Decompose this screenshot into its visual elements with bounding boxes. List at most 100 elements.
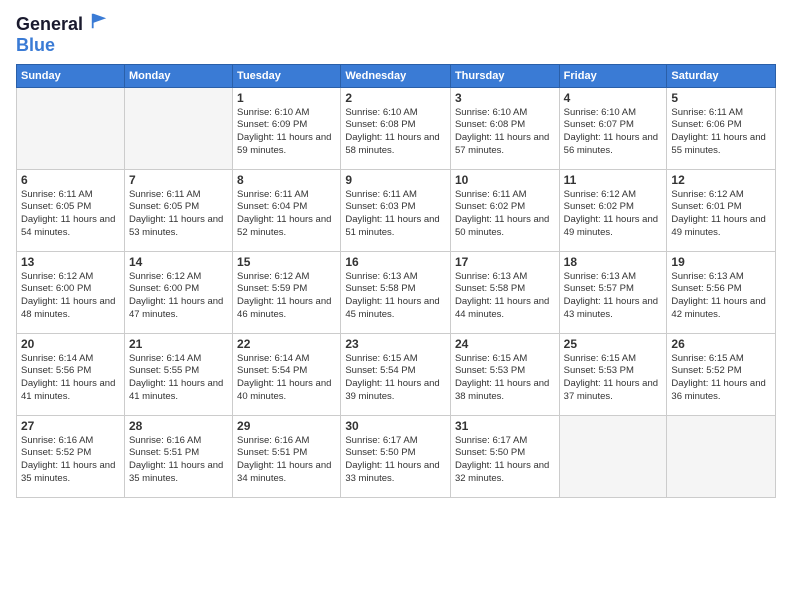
calendar-cell: 14Sunrise: 6:12 AM Sunset: 6:00 PM Dayli…	[124, 251, 232, 333]
day-info: Sunrise: 6:13 AM Sunset: 5:58 PM Dayligh…	[455, 271, 555, 322]
day-number: 29	[237, 419, 336, 433]
calendar-cell: 17 Sunrise: 6:13 AM Sunset: 5:58 PM Dayli…	[450, 251, 559, 333]
page: General Blue SundayMondayTuesdayWednesda…	[0, 0, 792, 612]
calendar-cell: 20 Sunrise: 6:14 AM Sunset: 5:56 PM Dayli…	[17, 333, 125, 415]
weekday-header: Saturday	[667, 64, 776, 87]
day-number: 8	[237, 173, 336, 187]
logo-flag-icon	[90, 12, 108, 30]
day-number: 24	[455, 337, 555, 351]
day-info: Sunrise: 6:14 AM Sunset: 5:55 PM Dayligh…	[129, 353, 228, 404]
day-number: 3	[455, 91, 555, 105]
calendar-cell: 26 Sunrise: 6:15 AM Sunset: 5:52 PM Dayli…	[667, 333, 776, 415]
day-info: Sunrise: 6:11 AM Sunset: 6:03 PM Dayligh…	[345, 189, 446, 240]
calendar-cell: 22 Sunrise: 6:14 AM Sunset: 5:54 PM Dayli…	[233, 333, 341, 415]
calendar-cell: 24Sunrise: 6:15 AM Sunset: 5:53 PM Dayli…	[450, 333, 559, 415]
day-info: Sunrise: 6:15 AM Sunset: 5:54 PM Dayligh…	[345, 353, 446, 404]
day-info: Sunrise: 6:15 AM Sunset: 5:52 PM Dayligh…	[671, 353, 771, 404]
day-info: Sunrise: 6:12 AM Sunset: 6:00 PM Dayligh…	[21, 271, 120, 322]
day-info: Sunrise: 6:10 AM Sunset: 6:08 PM Dayligh…	[345, 107, 446, 158]
calendar-cell: 3 Sunrise: 6:10 AM Sunset: 6:08 PM Daylig…	[450, 87, 559, 169]
day-info: Sunrise: 6:11 AM Sunset: 6:05 PM Dayligh…	[129, 189, 228, 240]
calendar-cell: 9 Sunrise: 6:11 AM Sunset: 6:03 PM Daylig…	[341, 169, 451, 251]
day-info: Sunrise: 6:17 AM Sunset: 5:50 PM Dayligh…	[345, 435, 446, 486]
day-info: Sunrise: 6:10 AM Sunset: 6:09 PM Dayligh…	[237, 107, 336, 158]
calendar-week-row: 1Sunrise: 6:10 AM Sunset: 6:09 PM Daylig…	[17, 87, 776, 169]
day-number: 9	[345, 173, 446, 187]
day-number: 27	[21, 419, 120, 433]
day-info: Sunrise: 6:12 AM Sunset: 6:02 PM Dayligh…	[564, 189, 663, 240]
calendar-cell: 30 Sunrise: 6:17 AM Sunset: 5:50 PM Dayli…	[341, 415, 451, 497]
day-number: 15	[237, 255, 336, 269]
weekday-header: Thursday	[450, 64, 559, 87]
day-info: Sunrise: 6:12 AM Sunset: 5:59 PM Dayligh…	[237, 271, 336, 322]
day-number: 10	[455, 173, 555, 187]
day-info: Sunrise: 6:16 AM Sunset: 5:51 PM Dayligh…	[237, 435, 336, 486]
calendar-cell: 18Sunrise: 6:13 AM Sunset: 5:57 PM Dayli…	[559, 251, 667, 333]
calendar-cell	[124, 87, 232, 169]
calendar-week-row: 27 Sunrise: 6:16 AM Sunset: 5:52 PM Dayli…	[17, 415, 776, 497]
calendar-week-row: 13 Sunrise: 6:12 AM Sunset: 6:00 PM Dayli…	[17, 251, 776, 333]
day-number: 13	[21, 255, 120, 269]
weekday-header: Tuesday	[233, 64, 341, 87]
calendar-cell	[17, 87, 125, 169]
calendar-cell: 5 Sunrise: 6:11 AM Sunset: 6:06 PM Daylig…	[667, 87, 776, 169]
logo-text: General	[16, 12, 108, 36]
calendar-cell: 6 Sunrise: 6:11 AM Sunset: 6:05 PM Daylig…	[17, 169, 125, 251]
calendar-cell	[667, 415, 776, 497]
calendar-cell: 13 Sunrise: 6:12 AM Sunset: 6:00 PM Dayli…	[17, 251, 125, 333]
day-number: 26	[671, 337, 771, 351]
day-info: Sunrise: 6:13 AM Sunset: 5:56 PM Dayligh…	[671, 271, 771, 322]
day-info: Sunrise: 6:11 AM Sunset: 6:04 PM Dayligh…	[237, 189, 336, 240]
weekday-header: Monday	[124, 64, 232, 87]
calendar-cell: 21Sunrise: 6:14 AM Sunset: 5:55 PM Dayli…	[124, 333, 232, 415]
calendar-cell: 25 Sunrise: 6:15 AM Sunset: 5:53 PM Dayli…	[559, 333, 667, 415]
day-info: Sunrise: 6:14 AM Sunset: 5:56 PM Dayligh…	[21, 353, 120, 404]
day-number: 16	[345, 255, 446, 269]
weekday-header: Sunday	[17, 64, 125, 87]
day-info: Sunrise: 6:15 AM Sunset: 5:53 PM Dayligh…	[564, 353, 663, 404]
calendar-cell: 15 Sunrise: 6:12 AM Sunset: 5:59 PM Dayli…	[233, 251, 341, 333]
weekday-header: Friday	[559, 64, 667, 87]
day-number: 31	[455, 419, 555, 433]
calendar-cell: 4Sunrise: 6:10 AM Sunset: 6:07 PM Daylig…	[559, 87, 667, 169]
day-info: Sunrise: 6:17 AM Sunset: 5:50 PM Dayligh…	[455, 435, 555, 486]
day-info: Sunrise: 6:16 AM Sunset: 5:52 PM Dayligh…	[21, 435, 120, 486]
day-info: Sunrise: 6:14 AM Sunset: 5:54 PM Dayligh…	[237, 353, 336, 404]
calendar-cell: 7 Sunrise: 6:11 AM Sunset: 6:05 PM Daylig…	[124, 169, 232, 251]
day-info: Sunrise: 6:11 AM Sunset: 6:06 PM Dayligh…	[671, 107, 771, 158]
logo: General Blue	[16, 12, 108, 54]
weekday-header: Wednesday	[341, 64, 451, 87]
calendar-cell: 19Sunrise: 6:13 AM Sunset: 5:56 PM Dayli…	[667, 251, 776, 333]
day-number: 7	[129, 173, 228, 187]
calendar-week-row: 6 Sunrise: 6:11 AM Sunset: 6:05 PM Daylig…	[17, 169, 776, 251]
calendar-cell: 31 Sunrise: 6:17 AM Sunset: 5:50 PM Dayli…	[450, 415, 559, 497]
header: General Blue	[16, 12, 776, 54]
day-number: 6	[21, 173, 120, 187]
day-info: Sunrise: 6:13 AM Sunset: 5:58 PM Dayligh…	[345, 271, 446, 322]
calendar-cell: 28 Sunrise: 6:16 AM Sunset: 5:51 PM Dayli…	[124, 415, 232, 497]
day-number: 2	[345, 91, 446, 105]
calendar-cell: 27 Sunrise: 6:16 AM Sunset: 5:52 PM Dayli…	[17, 415, 125, 497]
day-number: 4	[564, 91, 663, 105]
day-number: 30	[345, 419, 446, 433]
day-number: 18	[564, 255, 663, 269]
calendar-cell: 11 Sunrise: 6:12 AM Sunset: 6:02 PM Dayli…	[559, 169, 667, 251]
day-info: Sunrise: 6:12 AM Sunset: 6:01 PM Dayligh…	[671, 189, 771, 240]
day-number: 11	[564, 173, 663, 187]
calendar-cell: 29 Sunrise: 6:16 AM Sunset: 5:51 PM Dayli…	[233, 415, 341, 497]
day-info: Sunrise: 6:16 AM Sunset: 5:51 PM Dayligh…	[129, 435, 228, 486]
day-info: Sunrise: 6:11 AM Sunset: 6:05 PM Dayligh…	[21, 189, 120, 240]
calendar-table: SundayMondayTuesdayWednesdayThursdayFrid…	[16, 64, 776, 498]
logo-blue: Blue	[16, 36, 108, 54]
day-number: 17	[455, 255, 555, 269]
day-info: Sunrise: 6:11 AM Sunset: 6:02 PM Dayligh…	[455, 189, 555, 240]
day-number: 12	[671, 173, 771, 187]
day-number: 20	[21, 337, 120, 351]
day-number: 22	[237, 337, 336, 351]
day-info: Sunrise: 6:12 AM Sunset: 6:00 PM Dayligh…	[129, 271, 228, 322]
calendar-week-row: 20 Sunrise: 6:14 AM Sunset: 5:56 PM Dayli…	[17, 333, 776, 415]
day-info: Sunrise: 6:10 AM Sunset: 6:08 PM Dayligh…	[455, 107, 555, 158]
day-number: 5	[671, 91, 771, 105]
day-number: 25	[564, 337, 663, 351]
day-number: 28	[129, 419, 228, 433]
